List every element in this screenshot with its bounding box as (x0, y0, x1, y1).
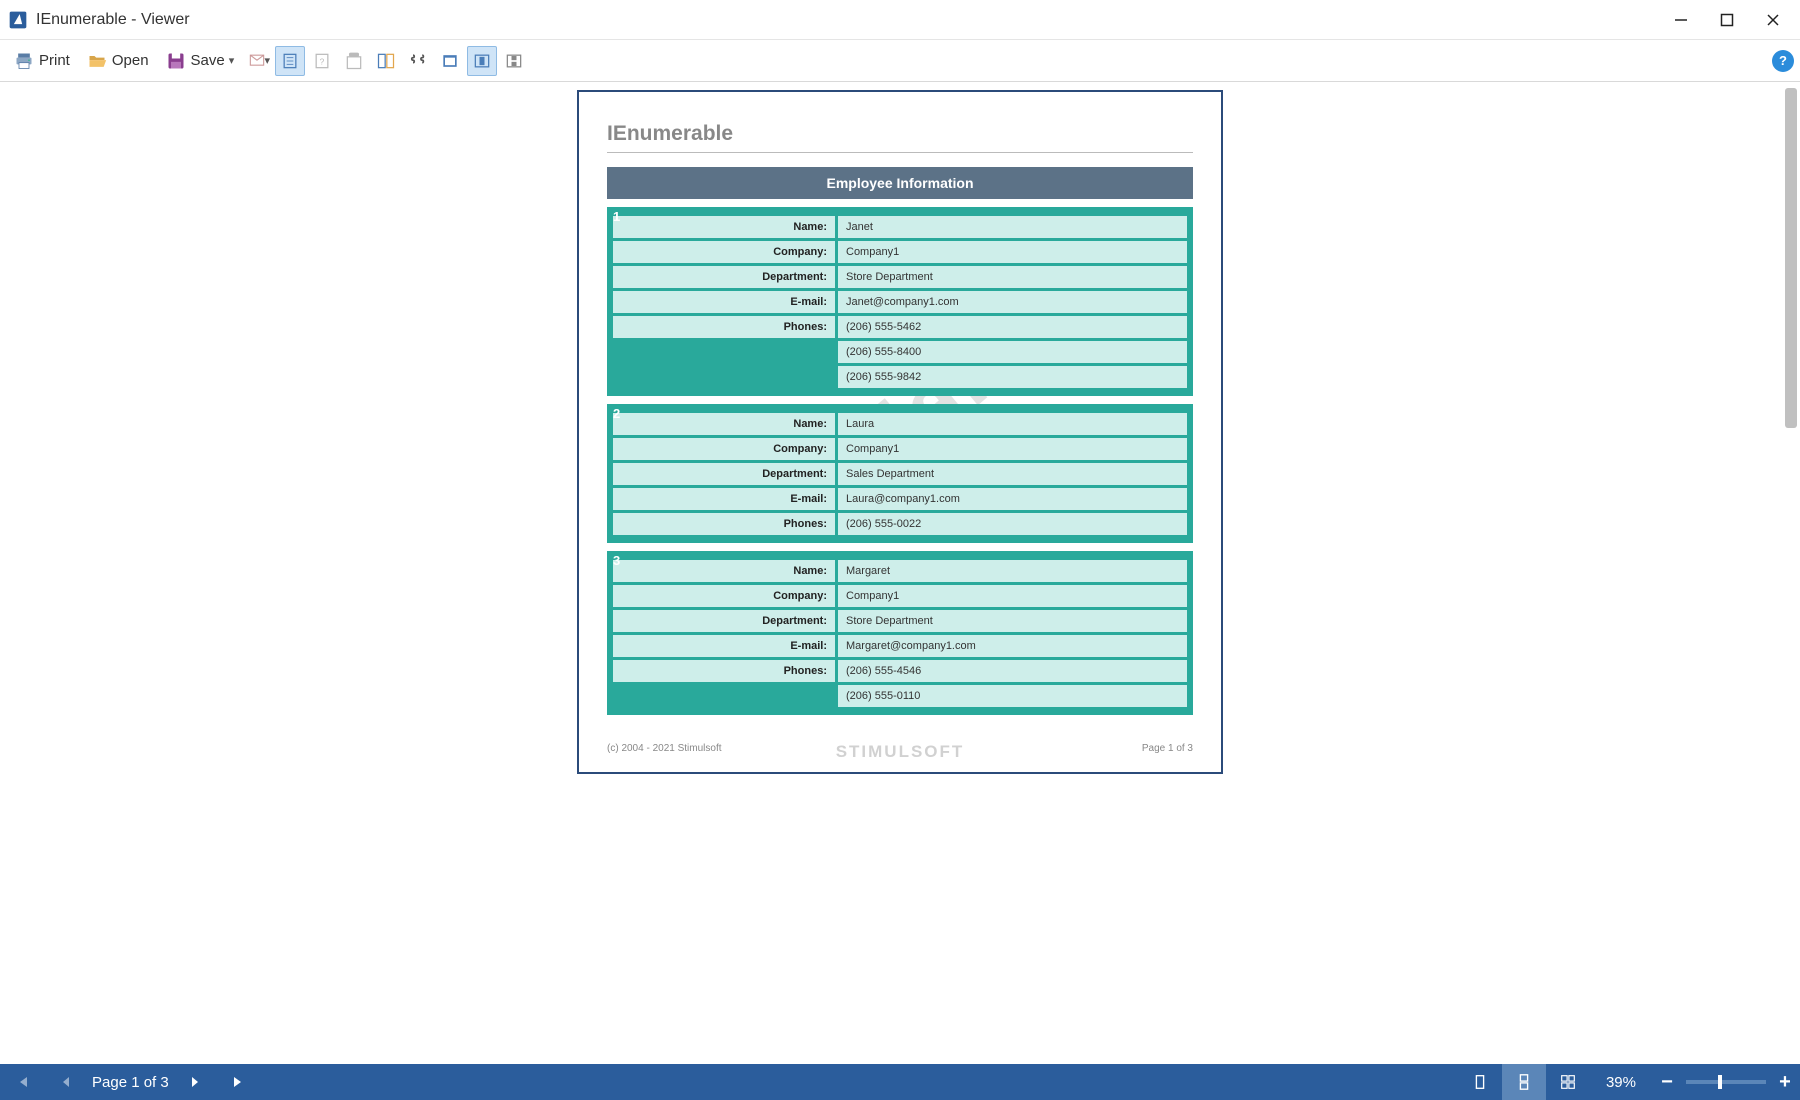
find-button[interactable] (403, 46, 433, 76)
employee-card: 1 Name:Janet Company:Company1 Department… (607, 207, 1193, 396)
vertical-scrollbar[interactable] (1784, 88, 1798, 1058)
full-screen-button[interactable] (435, 46, 465, 76)
view-single-button[interactable] (1458, 1064, 1502, 1100)
field-label: Phones: (613, 660, 835, 682)
field-value: (206) 555-4546 (838, 660, 1187, 682)
resources-button[interactable] (339, 46, 369, 76)
field-label: Phones: (613, 316, 835, 338)
chevron-down-icon: ▾ (229, 54, 235, 67)
field-value: Store Department (838, 610, 1187, 632)
field-label: Department: (613, 266, 835, 288)
employee-card: 2 Name:Laura Company:Company1 Department… (607, 404, 1193, 543)
field-label: Department: (613, 463, 835, 485)
toolbar: Print Open Save ▾ ▾ ? ? (0, 40, 1800, 82)
employee-number: 1 (613, 209, 620, 224)
titlebar: IEnumerable - Viewer (0, 0, 1800, 40)
field-value: (206) 555-0110 (838, 685, 1187, 707)
zoom-percent: 39% (1590, 1074, 1652, 1091)
field-value: (206) 555-5462 (838, 316, 1187, 338)
field-label: Company: (613, 438, 835, 460)
field-value: Sales Department (838, 463, 1187, 485)
send-email-button[interactable]: ▾ (243, 46, 273, 76)
viewport: Trial IEnumerable Employee Information 1… (0, 82, 1800, 1064)
field-label (613, 341, 835, 363)
field-value: (206) 555-8400 (838, 341, 1187, 363)
band-header: Employee Information (607, 167, 1193, 199)
save-label: Save (191, 52, 225, 69)
zoom-slider-handle[interactable] (1718, 1075, 1722, 1089)
field-label: Phones: (613, 513, 835, 535)
bookmarks-button[interactable] (275, 46, 305, 76)
help-button[interactable]: ? (1772, 50, 1794, 72)
field-value: Margaret@company1.com (838, 635, 1187, 657)
employee-number: 3 (613, 553, 620, 568)
first-page-button[interactable] (0, 1064, 44, 1100)
viewport-scroll[interactable]: Trial IEnumerable Employee Information 1… (0, 82, 1800, 1064)
field-value: Laura (838, 413, 1187, 435)
zoom-slider[interactable] (1686, 1080, 1766, 1084)
employee-card: 3 Name:Margaret Company:Company1 Departm… (607, 551, 1193, 715)
field-label: Name: (613, 413, 835, 435)
copyright: (c) 2004 - 2021 Stimulsoft (607, 743, 722, 754)
next-page-button[interactable] (173, 1064, 217, 1100)
field-value: Janet (838, 216, 1187, 238)
brand-watermark: STIMULSOFT (836, 742, 965, 762)
printer-icon (13, 50, 35, 72)
view-multiple-button[interactable] (1546, 1064, 1590, 1100)
window-title: IEnumerable - Viewer (36, 11, 1658, 29)
field-value: (206) 555-9842 (838, 366, 1187, 388)
thumbnails-button[interactable] (371, 46, 401, 76)
statusbar: Page 1 of 3 39% − + (0, 1064, 1800, 1100)
field-label (613, 366, 835, 388)
chevron-down-icon: ▾ (265, 54, 271, 67)
zoom-out-button[interactable]: − (1652, 1064, 1682, 1100)
report-title: IEnumerable (607, 122, 1193, 153)
field-value: Laura@company1.com (838, 488, 1187, 510)
field-value: Company1 (838, 241, 1187, 263)
prev-page-button[interactable] (44, 1064, 88, 1100)
page-indicator: Page 1 of 3 (1142, 743, 1193, 754)
save-icon (165, 50, 187, 72)
view-continuous-button[interactable] (1502, 1064, 1546, 1100)
field-label: Company: (613, 585, 835, 607)
save-button[interactable]: Save ▾ (158, 46, 242, 76)
field-label: Company: (613, 241, 835, 263)
field-label: Department: (613, 610, 835, 632)
last-page-button[interactable] (217, 1064, 261, 1100)
svg-text:?: ? (320, 56, 325, 66)
field-value: Margaret (838, 560, 1187, 582)
close-button[interactable] (1750, 2, 1796, 38)
open-button[interactable]: Open (79, 46, 156, 76)
continuous-page-button[interactable] (499, 46, 529, 76)
field-label: E-mail: (613, 635, 835, 657)
maximize-button[interactable] (1704, 2, 1750, 38)
field-label: E-mail: (613, 291, 835, 313)
field-value: Janet@company1.com (838, 291, 1187, 313)
open-label: Open (112, 52, 149, 69)
print-button[interactable]: Print (6, 46, 77, 76)
field-label: Name: (613, 216, 835, 238)
field-value: Store Department (838, 266, 1187, 288)
parameters-button[interactable]: ? (307, 46, 337, 76)
report-page: Trial IEnumerable Employee Information 1… (577, 90, 1223, 774)
field-value: (206) 555-0022 (838, 513, 1187, 535)
field-value: Company1 (838, 585, 1187, 607)
page-label: Page 1 of 3 (88, 1074, 173, 1091)
single-page-button[interactable] (467, 46, 497, 76)
print-label: Print (39, 52, 70, 69)
employee-number: 2 (613, 406, 620, 421)
scrollbar-thumb[interactable] (1785, 88, 1797, 428)
help-icon: ? (1772, 50, 1794, 72)
folder-open-icon (86, 50, 108, 72)
app-icon (8, 10, 28, 30)
field-label: E-mail: (613, 488, 835, 510)
field-label: Name: (613, 560, 835, 582)
field-label (613, 685, 835, 707)
zoom-in-button[interactable]: + (1770, 1064, 1800, 1100)
minimize-button[interactable] (1658, 2, 1704, 38)
field-value: Company1 (838, 438, 1187, 460)
